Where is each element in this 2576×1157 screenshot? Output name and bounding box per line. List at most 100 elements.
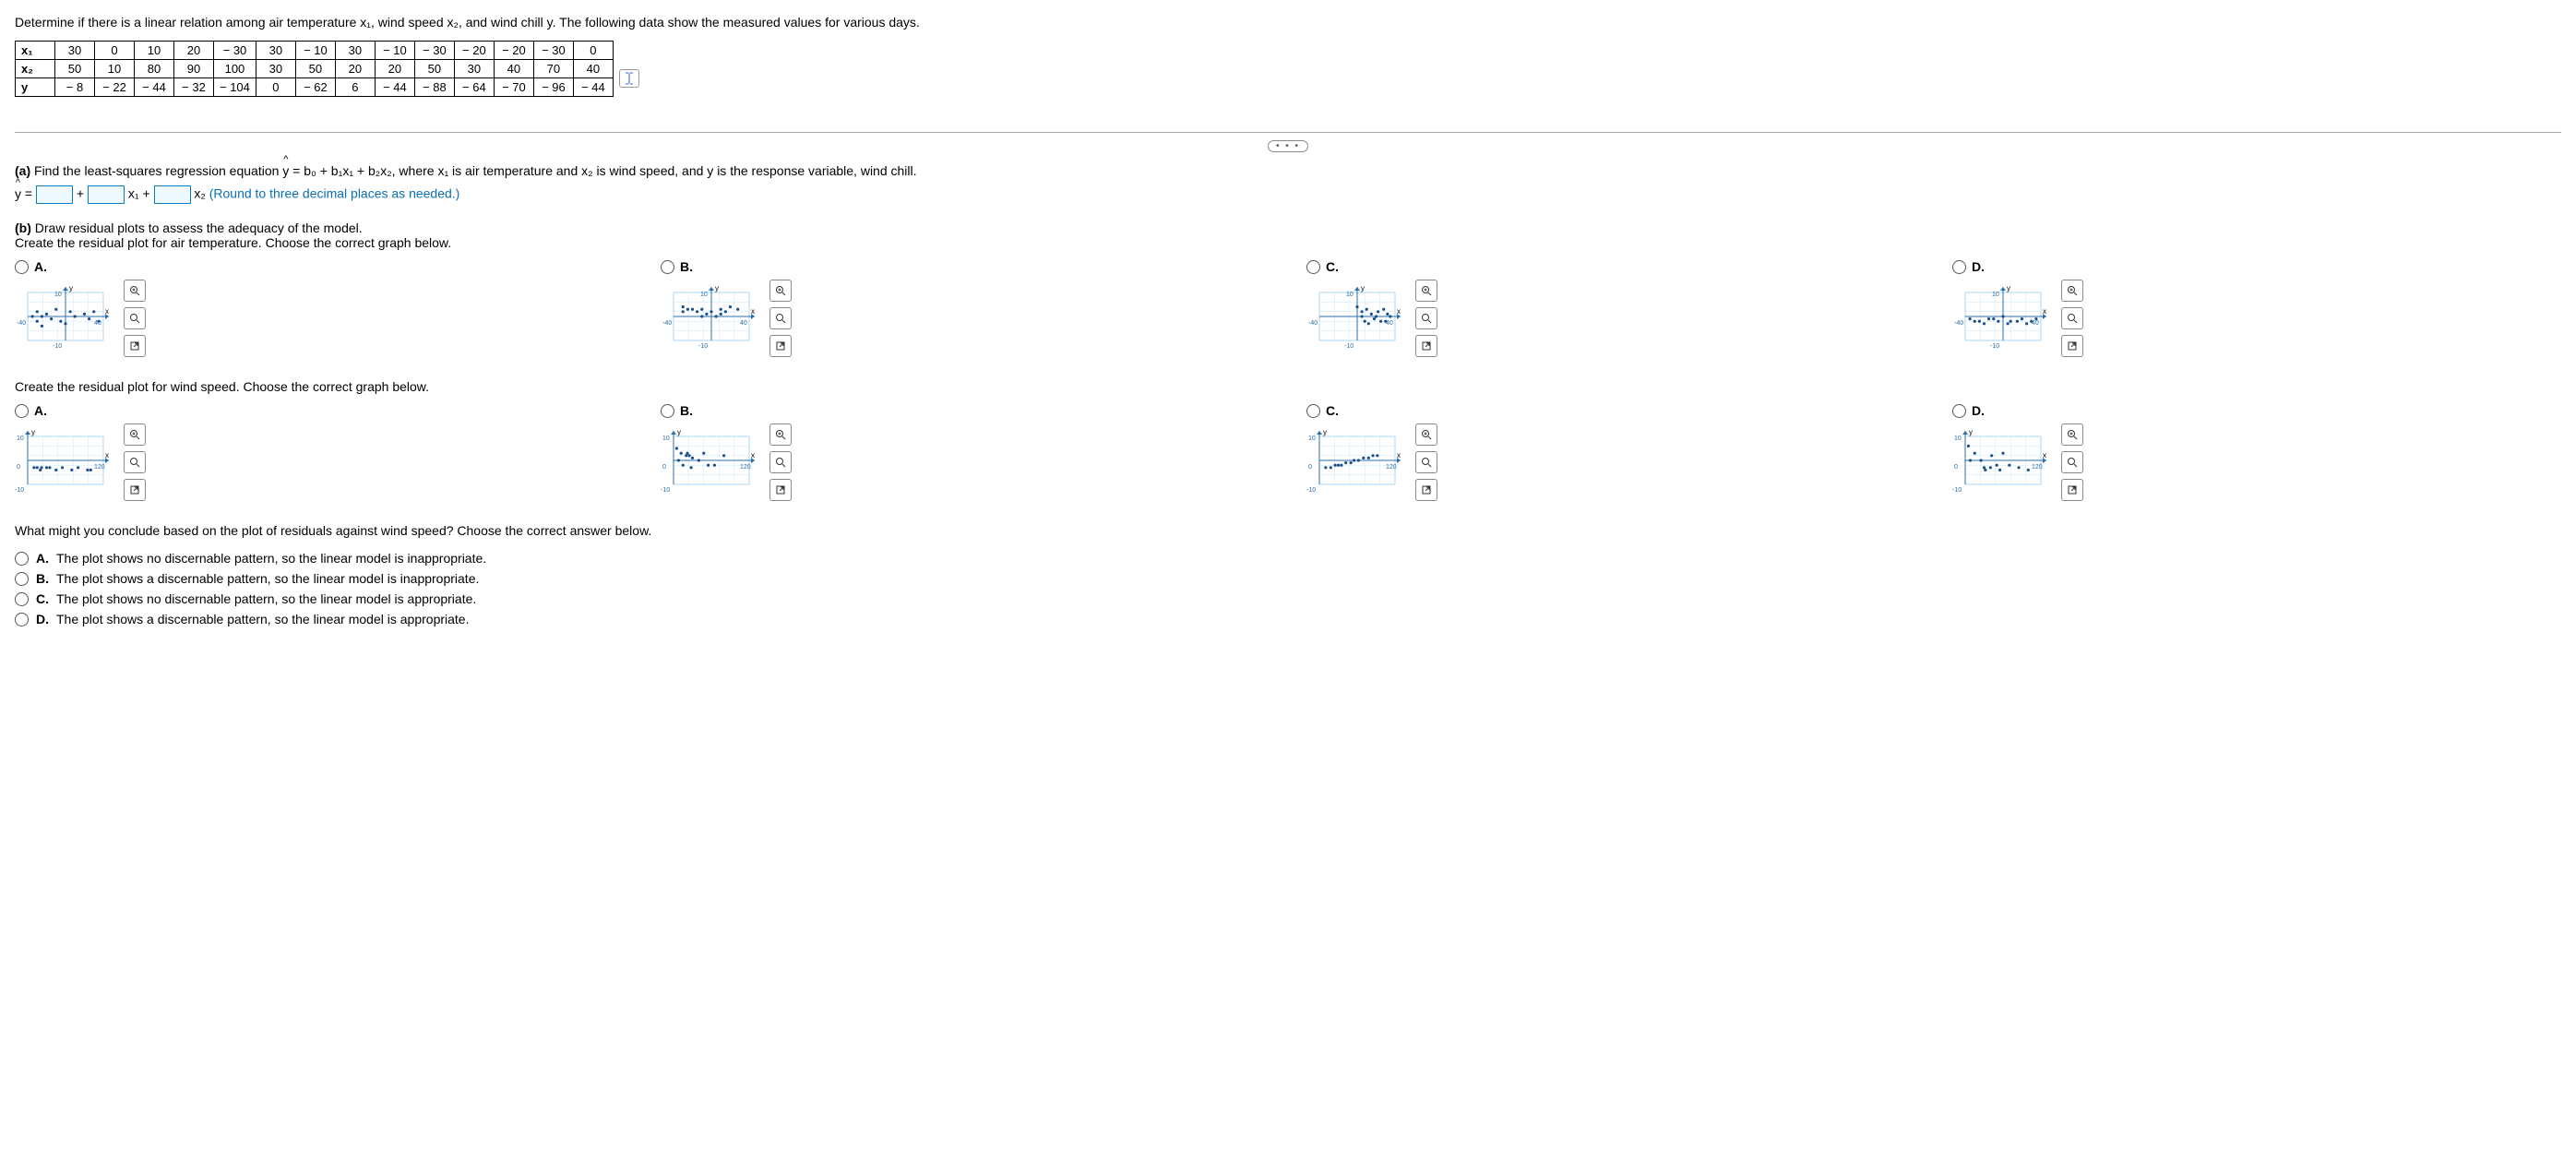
answer-c-text: The plot shows no discernable pattern, s… xyxy=(56,591,476,606)
ellipsis-badge[interactable]: • • • xyxy=(15,140,2561,152)
zoom-in-icon[interactable] xyxy=(124,423,146,446)
option-a-radio[interactable] xyxy=(15,404,29,418)
b0-input[interactable] xyxy=(36,185,73,204)
open-external-icon[interactable] xyxy=(2061,479,2083,501)
table-cell: − 96 xyxy=(533,78,573,97)
svg-text:40: 40 xyxy=(740,320,747,327)
table-cell: − 10 xyxy=(375,42,414,60)
zoom-in-icon[interactable] xyxy=(1415,423,1437,446)
y-hat: y xyxy=(282,163,289,178)
x2-label: x₂ xyxy=(194,186,209,201)
option-b-radio[interactable] xyxy=(661,404,674,418)
zoom-reset-icon[interactable] xyxy=(769,307,792,329)
part-b-sub1: Create the residual plot for air tempera… xyxy=(15,235,451,250)
svg-text:-40: -40 xyxy=(1954,320,1963,327)
open-external-icon[interactable] xyxy=(124,335,146,357)
svg-text:y: y xyxy=(1323,428,1327,436)
data-table: x₁3001020− 3030− 1030− 10− 30− 20− 20− 3… xyxy=(15,41,614,97)
svg-text:y: y xyxy=(1361,284,1365,292)
x1-label: x₁ + xyxy=(128,186,154,201)
table-cell: − 44 xyxy=(135,78,174,97)
open-external-icon[interactable] xyxy=(124,479,146,501)
open-external-icon[interactable] xyxy=(2061,335,2083,357)
svg-text:-40: -40 xyxy=(1308,320,1318,327)
zoom-in-icon[interactable] xyxy=(124,280,146,302)
svg-text:10: 10 xyxy=(700,292,708,298)
open-external-icon[interactable] xyxy=(1415,335,1437,357)
open-external-icon[interactable] xyxy=(769,335,792,357)
row-label: x₂ xyxy=(16,60,55,78)
svg-text:40: 40 xyxy=(94,320,101,327)
zoom-reset-icon[interactable] xyxy=(2061,451,2083,473)
option-d-radio[interactable] xyxy=(1952,404,1966,418)
answer-c-radio[interactable] xyxy=(15,592,29,606)
open-external-icon[interactable] xyxy=(1415,479,1437,501)
table-cell: 70 xyxy=(533,60,573,78)
answer-b-radio[interactable] xyxy=(15,572,29,586)
table-cell: − 20 xyxy=(494,42,533,60)
answer-b-text: The plot shows a discernable pattern, so… xyxy=(56,571,479,586)
svg-text:y: y xyxy=(2007,284,2010,292)
temp-options: A. yx10-10-4040 B. yx10-10-4040 C. xyxy=(15,259,2561,357)
open-external-icon[interactable] xyxy=(769,479,792,501)
table-cell: − 44 xyxy=(375,78,414,97)
table-cell: − 64 xyxy=(454,78,494,97)
regression-input-line: y = + x₁ + x₂ (Round to three decimal pl… xyxy=(15,185,2561,204)
zoom-in-icon[interactable] xyxy=(2061,280,2083,302)
svg-text:x: x xyxy=(105,307,109,316)
option-letter: D. xyxy=(1972,403,1985,418)
zoom-reset-icon[interactable] xyxy=(1415,451,1437,473)
table-cell: − 104 xyxy=(214,78,256,97)
final-question: What might you conclude based on the plo… xyxy=(15,523,2561,538)
zoom-reset-icon[interactable] xyxy=(2061,307,2083,329)
zoom-reset-icon[interactable] xyxy=(124,307,146,329)
svg-text:y: y xyxy=(69,284,73,292)
table-cell: 20 xyxy=(375,60,414,78)
graph-option-c: C. yx10-10-4040 xyxy=(1306,259,1915,357)
table-cell: − 22 xyxy=(95,78,135,97)
part-b-text: Draw residual plots to assess the adequa… xyxy=(31,221,363,235)
eq-equals: = xyxy=(21,186,36,201)
option-d-radio[interactable] xyxy=(1952,260,1966,274)
table-cell: 20 xyxy=(335,60,375,78)
b1-input[interactable] xyxy=(88,185,125,204)
text-cursor-icon[interactable] xyxy=(619,69,639,88)
table-cell: 30 xyxy=(256,60,295,78)
svg-text:x: x xyxy=(751,307,755,316)
zoom-reset-icon[interactable] xyxy=(769,451,792,473)
svg-text:-10: -10 xyxy=(1344,343,1354,350)
svg-text:-10: -10 xyxy=(661,487,670,494)
option-c-radio[interactable] xyxy=(1306,260,1320,274)
table-cell: 10 xyxy=(95,60,135,78)
table-cell: 50 xyxy=(55,60,95,78)
graph-option-b: B. yx10-100120 xyxy=(661,403,1270,501)
svg-text:y: y xyxy=(677,428,681,436)
graph-option-d: D. yx10-10-4040 xyxy=(1952,259,2561,357)
zoom-in-icon[interactable] xyxy=(769,423,792,446)
svg-text:120: 120 xyxy=(740,464,751,471)
answer-letter: C. xyxy=(36,591,49,606)
answer-d-radio[interactable] xyxy=(15,613,29,626)
zoom-in-icon[interactable] xyxy=(769,280,792,302)
svg-text:-10: -10 xyxy=(1306,487,1316,494)
zoom-in-icon[interactable] xyxy=(1415,280,1437,302)
option-a-radio[interactable] xyxy=(15,260,29,274)
part-b-sub2: Create the residual plot for wind speed.… xyxy=(15,379,2561,394)
option-letter: D. xyxy=(1972,259,1985,274)
answer-a-radio[interactable] xyxy=(15,552,29,566)
zoom-reset-icon[interactable] xyxy=(1415,307,1437,329)
table-cell: − 44 xyxy=(573,78,613,97)
table-cell: 90 xyxy=(174,60,214,78)
graph-option-a: A. yx10-10-4040 xyxy=(15,259,624,357)
zoom-reset-icon[interactable] xyxy=(124,451,146,473)
svg-text:10: 10 xyxy=(1954,435,1962,442)
svg-text:40: 40 xyxy=(1386,320,1393,327)
answer-letter: A. xyxy=(36,551,49,566)
option-c-radio[interactable] xyxy=(1306,404,1320,418)
b2-input[interactable] xyxy=(154,185,191,204)
zoom-in-icon[interactable] xyxy=(2061,423,2083,446)
svg-text:x: x xyxy=(1397,451,1401,459)
svg-text:0: 0 xyxy=(662,464,666,471)
option-b-radio[interactable] xyxy=(661,260,674,274)
svg-text:y: y xyxy=(715,284,719,292)
